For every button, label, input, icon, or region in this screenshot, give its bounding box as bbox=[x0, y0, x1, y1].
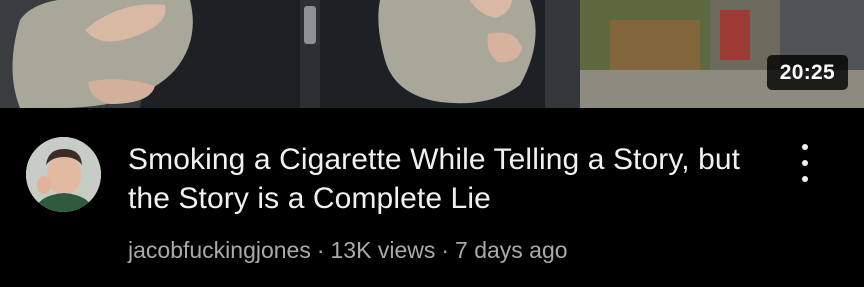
menu-dot bbox=[802, 144, 808, 150]
avatar-image bbox=[26, 137, 101, 212]
thumbnail-image bbox=[0, 0, 864, 108]
channel-name[interactable]: jacobfuckingjones bbox=[128, 237, 311, 263]
more-vert-icon[interactable] bbox=[790, 140, 820, 186]
video-details[interactable]: Smoking a Cigarette While Telling a Stor… bbox=[0, 108, 864, 287]
separator: · bbox=[316, 237, 325, 263]
video-byline: jacobfuckingjones · 13K views · 7 days ago bbox=[128, 235, 568, 265]
upload-age: 7 days ago bbox=[455, 237, 568, 263]
video-title[interactable]: Smoking a Cigarette While Telling a Stor… bbox=[128, 140, 768, 218]
view-count: 13K views bbox=[330, 237, 436, 263]
separator: · bbox=[441, 237, 450, 263]
video-thumbnail[interactable]: 20:25 bbox=[0, 0, 864, 108]
duration-badge: 20:25 bbox=[766, 55, 848, 90]
channel-avatar[interactable] bbox=[26, 137, 101, 212]
menu-dot bbox=[802, 176, 808, 182]
menu-dot bbox=[802, 160, 808, 166]
